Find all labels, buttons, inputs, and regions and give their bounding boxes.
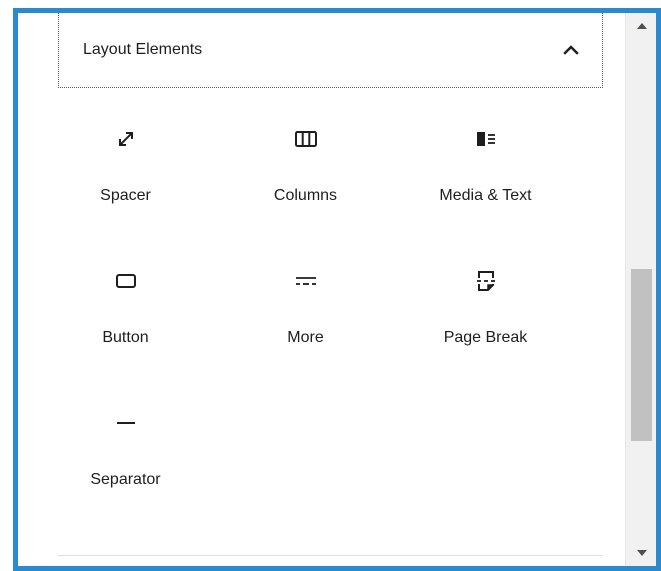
block-label: Page Break — [443, 329, 528, 346]
scrollbar-thumb[interactable] — [631, 269, 652, 441]
separator-icon — [112, 409, 140, 437]
block-grid: Spacer Columns Media & Text Button More … — [58, 103, 598, 529]
layout-elements-panel-toggle[interactable]: Layout Elements — [58, 13, 603, 88]
scroll-up-arrow-icon[interactable] — [626, 15, 656, 37]
page-break-icon — [472, 267, 500, 295]
block-label: Columns — [273, 187, 338, 204]
block-label: Button — [102, 329, 149, 346]
button-icon — [112, 267, 140, 295]
block-inserter-panel: Layout Elements Spacer Columns Media & T… — [18, 13, 625, 566]
more-icon — [292, 267, 320, 295]
scroll-down-arrow-icon[interactable] — [626, 542, 656, 564]
block-item-button[interactable]: Button — [58, 245, 193, 387]
block-label: Separator — [90, 471, 161, 488]
block-label: Spacer — [100, 187, 151, 204]
block-label: More — [287, 329, 324, 346]
block-label: Media & Text — [439, 187, 532, 204]
block-item-media-text[interactable]: Media & Text — [418, 103, 553, 245]
block-item-more[interactable]: More — [238, 245, 373, 387]
media-text-icon — [472, 125, 500, 153]
columns-icon — [292, 125, 320, 153]
block-item-spacer[interactable]: Spacer — [58, 103, 193, 245]
chevron-up-icon[interactable] — [562, 41, 580, 59]
block-inserter-frame: Layout Elements Spacer Columns Media & T… — [13, 8, 661, 571]
section-divider — [58, 555, 603, 556]
resize-arrows-icon — [112, 125, 140, 153]
vertical-scrollbar[interactable] — [625, 13, 656, 566]
section-title: Layout Elements — [83, 41, 203, 58]
block-item-page-break[interactable]: Page Break — [418, 245, 553, 387]
block-item-separator[interactable]: Separator — [58, 387, 193, 529]
block-item-columns[interactable]: Columns — [238, 103, 373, 245]
